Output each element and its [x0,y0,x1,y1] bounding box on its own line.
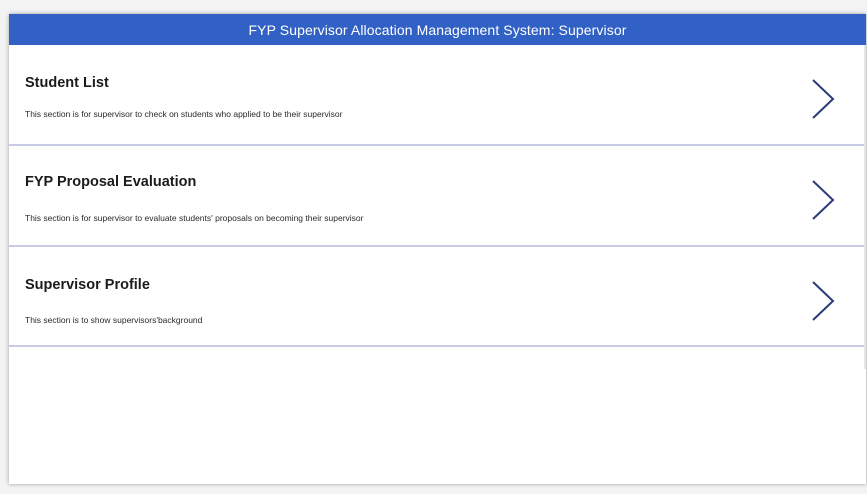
page-title: FYP Supervisor Allocation Management Sys… [248,21,627,38]
menu-item-description: This section is for supervisor to check … [25,109,343,119]
menu-item-supervisor-profile[interactable]: Supervisor Profile This section is to sh… [9,247,866,347]
menu-item-description: This section is for supervisor to evalua… [25,213,364,223]
menu-item-title: Supervisor Profile [25,277,150,293]
menu-list: Student List This section is for supervi… [9,45,866,347]
chevron-right-icon[interactable] [807,279,837,323]
chevron-right-icon[interactable] [807,178,837,222]
menu-item-title: Student List [25,75,109,91]
app-window: FYP Supervisor Allocation Management Sys… [9,14,866,484]
menu-item-title: FYP Proposal Evaluation [25,174,197,190]
menu-item-student-list[interactable]: Student List This section is for supervi… [9,45,866,146]
header-bar: FYP Supervisor Allocation Management Sys… [9,14,866,45]
chevron-right-icon[interactable] [807,77,837,121]
scrollbar[interactable] [864,45,866,369]
menu-item-fyp-proposal-evaluation[interactable]: FYP Proposal Evaluation This section is … [9,146,866,247]
menu-item-description: This section is to show supervisors'back… [25,315,203,325]
